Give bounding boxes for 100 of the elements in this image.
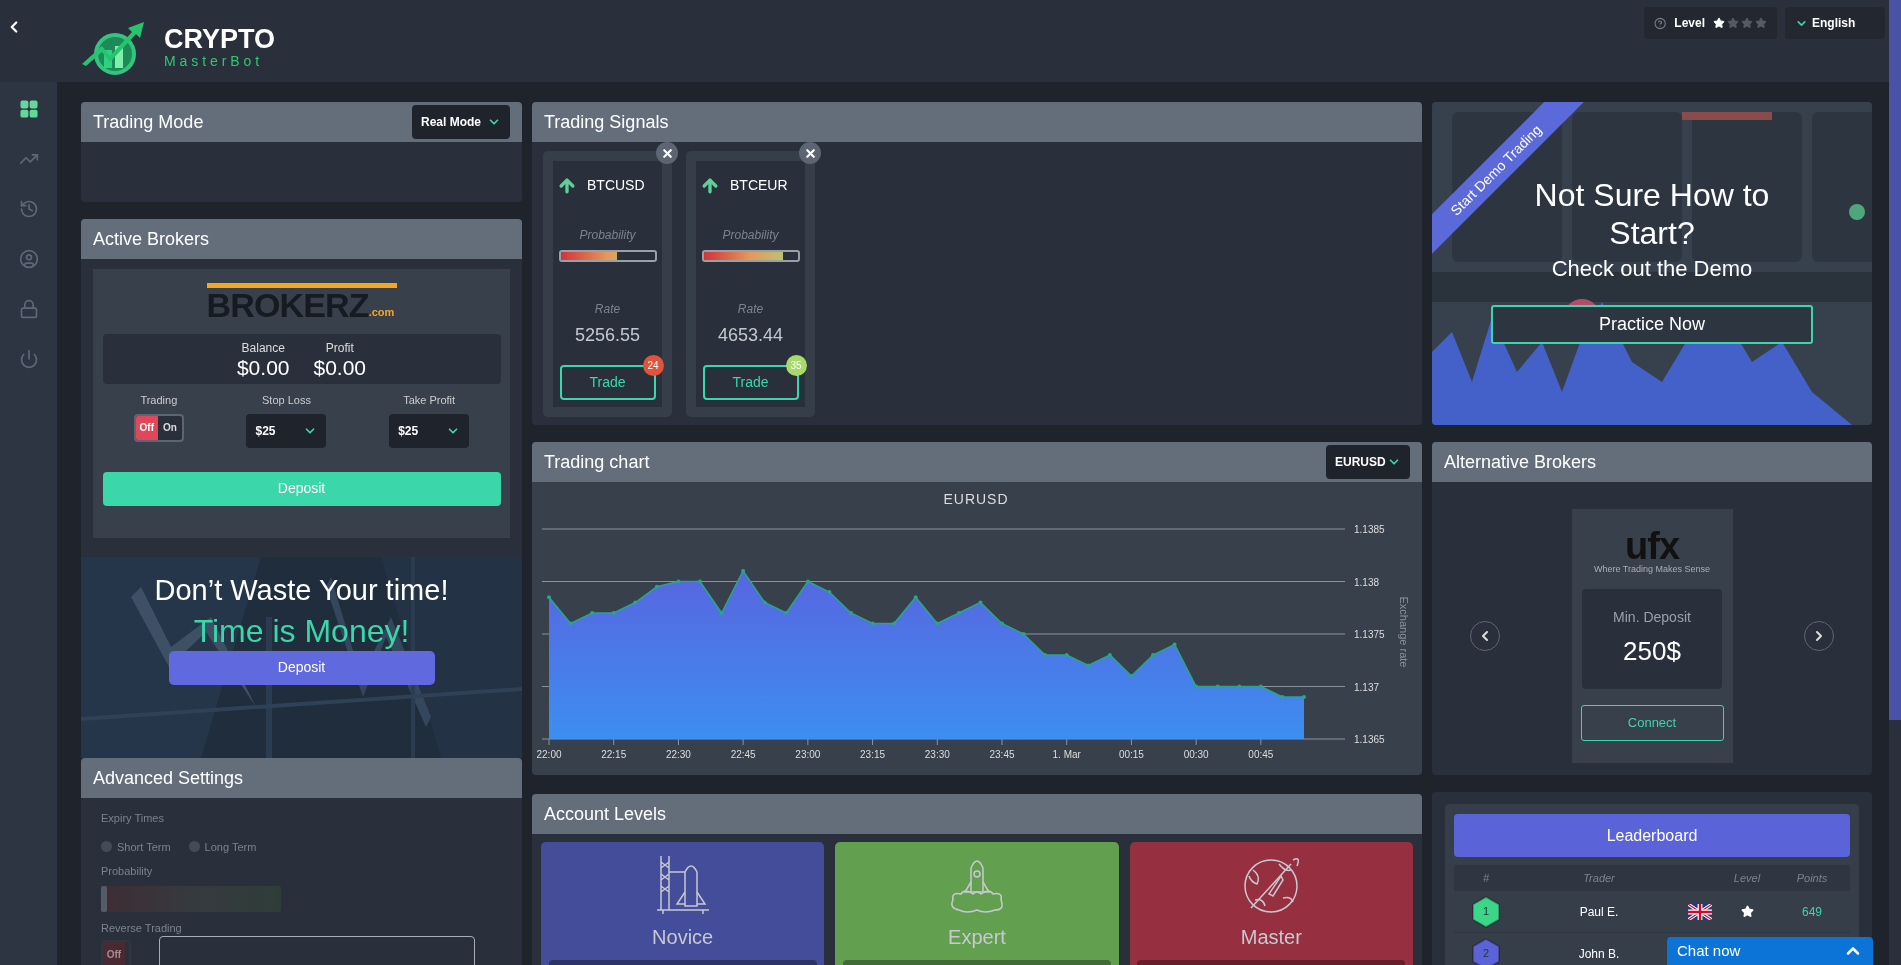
level-card[interactable]: Novice (541, 842, 825, 965)
trader-name: John B. (1577, 945, 1621, 963)
data-point (1280, 695, 1285, 699)
scrollbar-thumb[interactable] (1889, 0, 1901, 720)
rate-label: Rate (594, 301, 621, 318)
probability-label: Probability (722, 227, 779, 244)
connect-button[interactable]: Connect (1580, 704, 1724, 741)
data-point (935, 621, 940, 626)
data-point (676, 579, 681, 584)
dropdown[interactable]: EURUSD (1326, 445, 1410, 479)
toggle-on[interactable]: On (157, 415, 182, 440)
y-axis-label: Exchange rate (1398, 596, 1410, 668)
star-icon (1741, 17, 1753, 29)
data-point (611, 611, 616, 615)
rate-label: Rate (737, 301, 764, 318)
level-name: Novice (652, 925, 714, 950)
data-point (978, 600, 983, 605)
card-title: Advanced Settings (93, 766, 244, 790)
level-name: Master (1240, 925, 1302, 950)
hexagon-icon (1471, 895, 1501, 928)
data-point (1000, 621, 1004, 626)
leaderboard-button[interactable]: Leaderboard (1454, 814, 1850, 857)
demo-headline: Not Sure How to Start? (1533, 176, 1771, 252)
data-point (892, 621, 897, 626)
close-button[interactable] (799, 142, 821, 164)
rate-value: 5256.55 (574, 324, 641, 347)
reverse-trading-label: Reverse Trading (101, 920, 183, 936)
take-profit-label: Take Profit (403, 393, 456, 408)
count-badge: 35 (785, 355, 807, 376)
lock-icon (18, 299, 39, 319)
data-point (547, 595, 551, 600)
x-tick-label: 00:15 (1118, 749, 1144, 760)
data-point (1086, 663, 1091, 668)
history-icon (18, 199, 39, 219)
x-tick-label: 23:00 (795, 749, 821, 760)
data-point (913, 595, 918, 600)
signal-pair: BTCUSD (587, 176, 645, 195)
card-title: Account Levels (544, 802, 667, 826)
data-point (784, 611, 789, 615)
x-tick-label: 22:45 (730, 749, 756, 760)
x-tick-label: 22:15 (601, 749, 627, 760)
close-button[interactable] (656, 142, 678, 164)
data-point (698, 579, 702, 584)
y-tick-label: 1.137 (1354, 681, 1380, 693)
broker-logo-tagline: Where Trading Makes Sense (1593, 563, 1711, 576)
y-tick-label: 1.1365 (1354, 734, 1385, 745)
logo-title: CRYPTO (164, 26, 276, 53)
data-point (805, 579, 810, 584)
data-point (870, 621, 875, 626)
practice-now-button[interactable]: Practice Now (1491, 305, 1813, 344)
toggle-switch[interactable]: Off On (133, 413, 184, 442)
data-point (1129, 674, 1134, 678)
level-card[interactable]: Master (1129, 842, 1413, 965)
toggle-off[interactable]: Off (135, 415, 158, 440)
demo-subline: Check out the Demo (1551, 255, 1753, 283)
card-title: Trading Signals (544, 110, 669, 134)
signal-pair: BTCEUR (730, 176, 788, 195)
language-selector[interactable]: English (1785, 7, 1885, 39)
x-tick-label: 23:30 (924, 749, 950, 760)
dropdown[interactable]: Real Mode (412, 105, 510, 139)
level-name: Expert (948, 925, 1006, 950)
probability-label: Probability (101, 864, 154, 879)
x-tick-label: 1. Mar (1052, 749, 1081, 760)
chat-now-button[interactable]: Chat now (1667, 937, 1873, 965)
column-header: Points (1795, 870, 1829, 886)
data-point (762, 600, 767, 605)
data-point (654, 584, 659, 589)
column-header: Level (1732, 870, 1762, 886)
points-value: 649 (1801, 903, 1823, 921)
card-title: Trading chart (544, 450, 650, 474)
data-point (827, 590, 832, 594)
count-badge: 24 (642, 355, 664, 376)
dropdown[interactable]: $25 (389, 413, 470, 448)
rank-number: 1 (1482, 904, 1490, 920)
y-tick-label: 1.138 (1354, 576, 1380, 588)
data-point (1237, 684, 1242, 689)
deposit-button[interactable]: Deposit (168, 650, 435, 685)
level-indicator[interactable]: Level (1644, 7, 1777, 39)
flag-icon (1688, 903, 1712, 920)
radio-label: Long Term (204, 839, 257, 855)
data-point (1172, 642, 1177, 647)
broker-logo-name: ufx (1624, 529, 1680, 563)
column-header: # (1481, 870, 1491, 886)
data-point (1107, 653, 1112, 657)
x-tick-label: 00:30 (1183, 749, 1209, 760)
x-tick-label: 23:15 (860, 749, 886, 760)
data-point (1043, 653, 1048, 657)
min-deposit-value: 250$ (1623, 634, 1681, 668)
close-icon (803, 146, 817, 160)
x-tick-label: 22:30 (665, 749, 691, 760)
data-point (956, 611, 961, 615)
promo-headline: Don’t Waste Your time! (154, 573, 449, 608)
star-icon (1727, 17, 1739, 29)
data-point (1064, 653, 1069, 657)
data-point (1194, 684, 1199, 689)
data-point (1258, 684, 1263, 689)
min-deposit-label: Min. Deposit (1613, 607, 1691, 627)
data-point (849, 611, 853, 615)
dropdown[interactable]: $25 (246, 413, 327, 448)
radio-label: Short Term (117, 839, 171, 855)
